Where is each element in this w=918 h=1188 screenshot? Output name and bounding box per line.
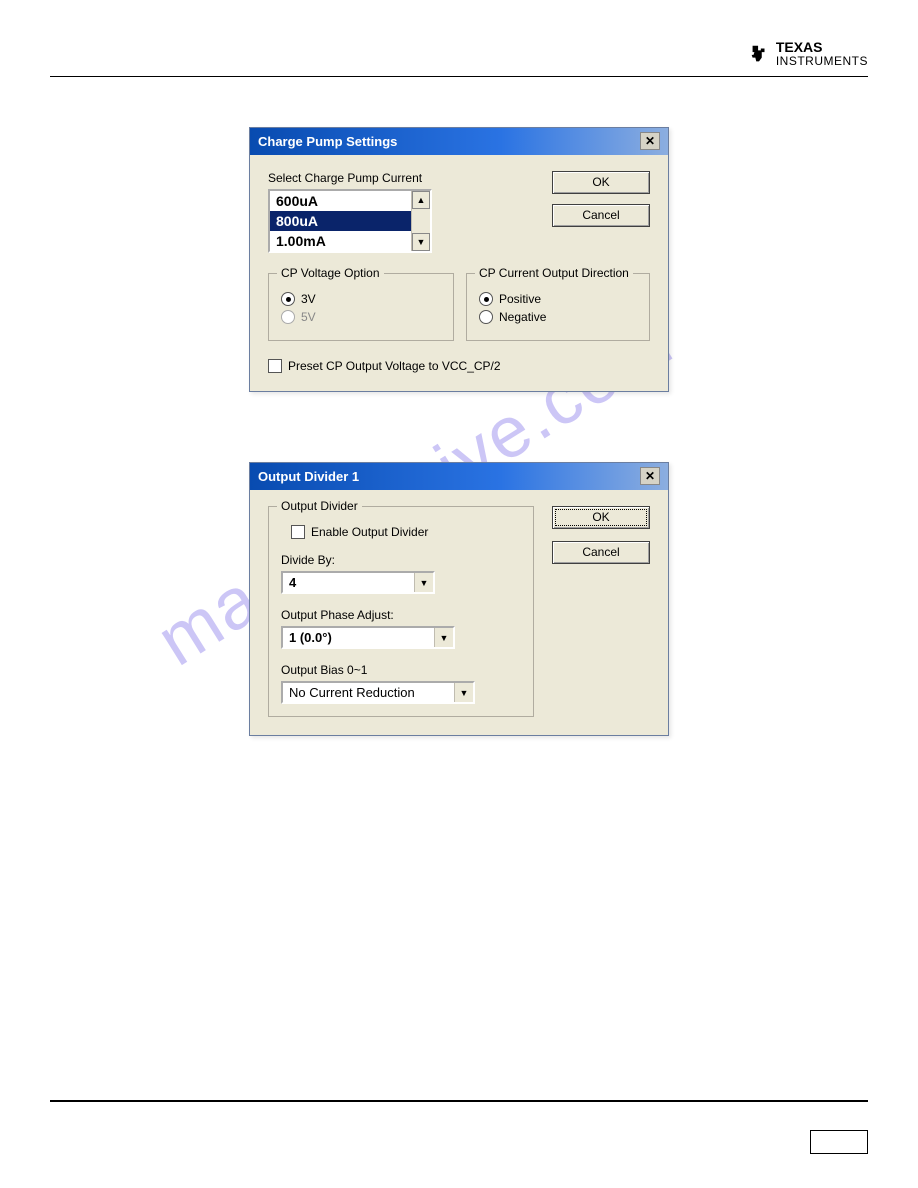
chevron-down-icon[interactable]: ▼ [454, 683, 473, 702]
output-divider-dialog: Output Divider 1 ✕ Output Divider Enable… [249, 462, 669, 736]
dialog-title: Output Divider 1 [258, 469, 359, 484]
list-item[interactable]: 800uA [270, 211, 430, 231]
radio-icon [281, 310, 295, 324]
charge-pump-settings-dialog: Charge Pump Settings ✕ Select Charge Pum… [249, 127, 669, 392]
header-rule [50, 76, 868, 77]
scroll-down-icon[interactable]: ▼ [412, 233, 430, 251]
list-item[interactable]: 1.00mA [270, 231, 430, 251]
divide-by-combo[interactable]: 4 ▼ [281, 571, 435, 594]
cancel-button[interactable]: Cancel [552, 541, 650, 564]
radio-icon [479, 310, 493, 324]
radio-positive[interactable]: Positive [479, 292, 637, 306]
output-bias-combo[interactable]: No Current Reduction ▼ [281, 681, 475, 704]
chevron-down-icon[interactable]: ▼ [434, 628, 453, 647]
checkbox-icon [291, 525, 305, 539]
radio-icon [281, 292, 295, 306]
close-icon[interactable]: ✕ [640, 132, 660, 150]
scrollbar[interactable]: ▲ ▼ [411, 191, 430, 251]
preset-checkbox-row[interactable]: Preset CP Output Voltage to VCC_CP/2 [268, 359, 650, 373]
charge-pump-current-label: Select Charge Pump Current [268, 171, 432, 185]
footer-box [810, 1130, 868, 1154]
brand-top: TEXAS [776, 40, 868, 54]
scroll-up-icon[interactable]: ▲ [412, 191, 430, 209]
dialog-title: Charge Pump Settings [258, 134, 397, 149]
cp-voltage-group: CP Voltage Option 3V 5V [268, 273, 454, 341]
radio-5v: 5V [281, 310, 441, 324]
ti-logo: TEXAS INSTRUMENTS [748, 40, 868, 68]
list-item[interactable]: 600uA [270, 191, 430, 211]
close-icon[interactable]: ✕ [640, 467, 660, 485]
divide-by-label: Divide By: [281, 553, 521, 567]
cp-direction-group: CP Current Output Direction Positive Neg… [466, 273, 650, 341]
radio-icon [479, 292, 493, 306]
output-divider-group: Output Divider Enable Output Divider Div… [268, 506, 534, 717]
checkbox-icon [268, 359, 282, 373]
enable-output-divider-checkbox[interactable]: Enable Output Divider [291, 525, 521, 539]
charge-pump-current-listbox[interactable]: 600uA 800uA 1.00mA ▲ ▼ [268, 189, 432, 253]
output-bias-label: Output Bias 0~1 [281, 663, 521, 677]
ok-button[interactable]: OK [552, 171, 650, 194]
dialog-titlebar[interactable]: Output Divider 1 ✕ [250, 463, 668, 490]
radio-3v[interactable]: 3V [281, 292, 441, 306]
cancel-button[interactable]: Cancel [552, 204, 650, 227]
phase-adjust-combo[interactable]: 1 (0.0°) ▼ [281, 626, 455, 649]
dialog-titlebar[interactable]: Charge Pump Settings ✕ [250, 128, 668, 155]
ti-chip-icon [748, 43, 770, 65]
radio-negative[interactable]: Negative [479, 310, 637, 324]
chevron-down-icon[interactable]: ▼ [414, 573, 433, 592]
phase-adjust-label: Output Phase Adjust: [281, 608, 521, 622]
page-header: TEXAS INSTRUMENTS [50, 40, 868, 68]
footer-rule [50, 1100, 868, 1102]
brand-bottom: INSTRUMENTS [776, 54, 868, 68]
ok-button[interactable]: OK [552, 506, 650, 529]
